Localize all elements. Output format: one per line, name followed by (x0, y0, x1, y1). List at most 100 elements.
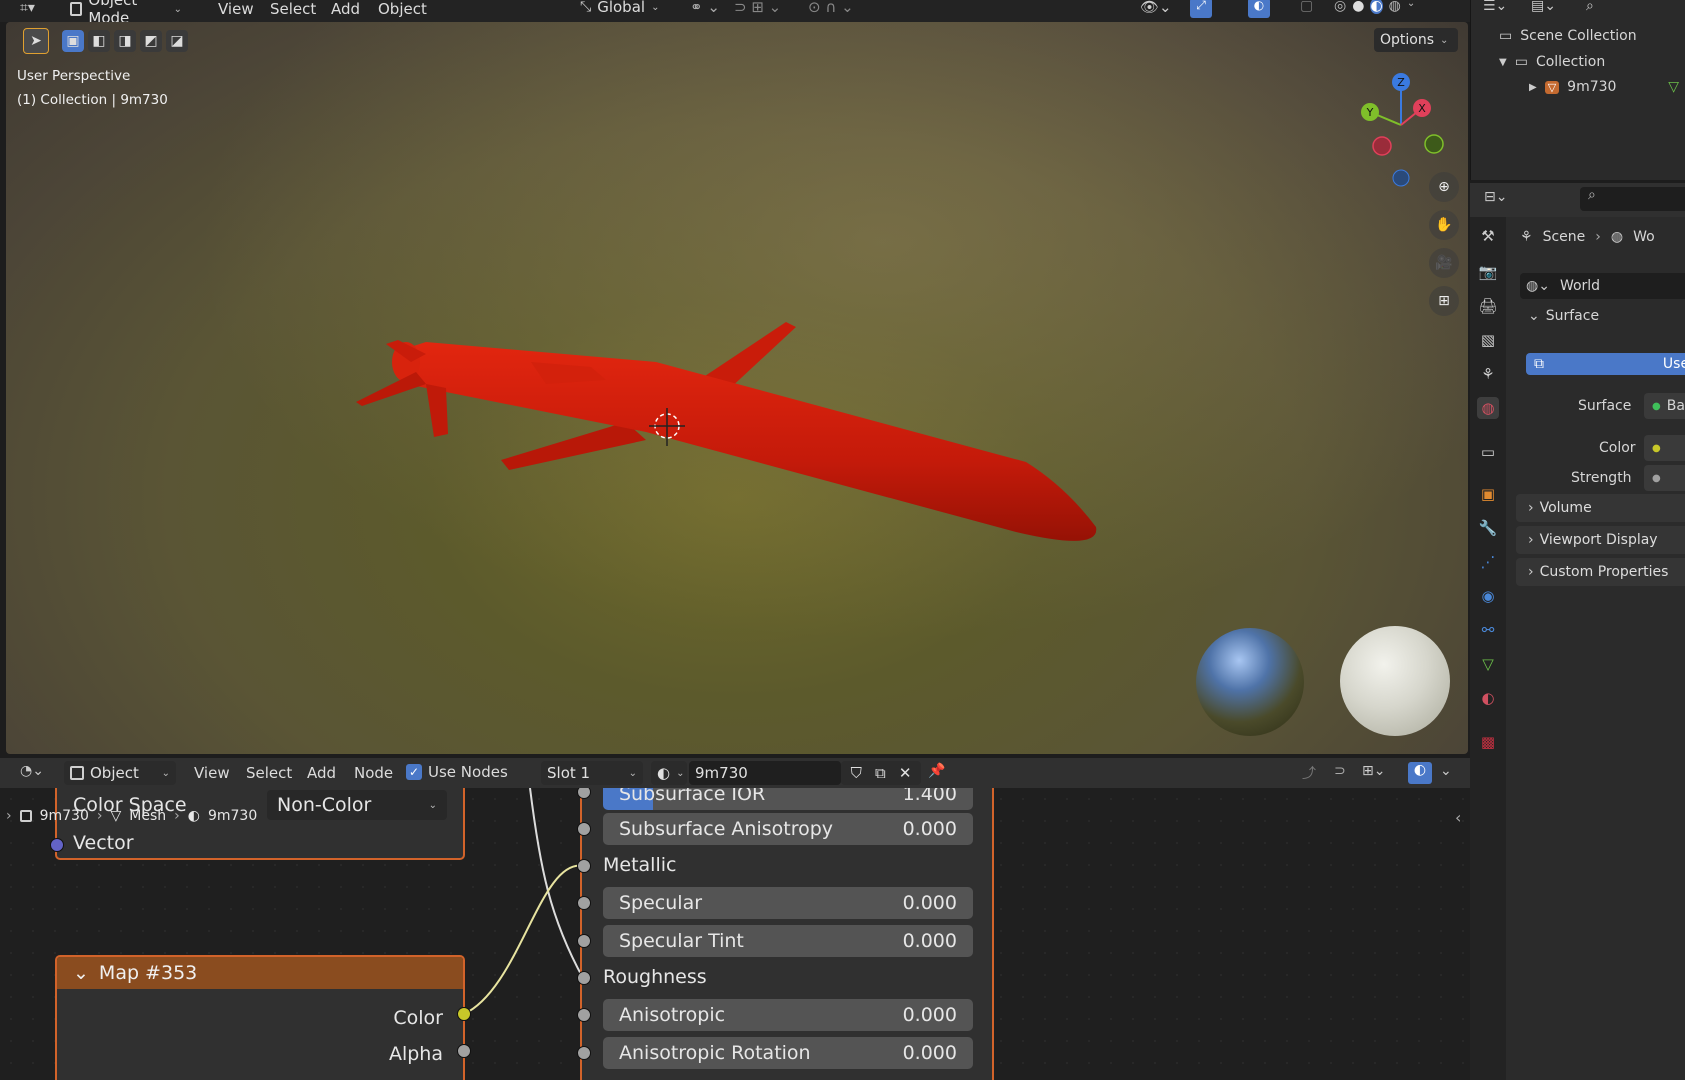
sidebar-toggle-icon[interactable]: ‹ (1455, 808, 1461, 827)
select-new-icon[interactable]: ▣ (62, 30, 84, 52)
menu-object[interactable]: Object (378, 0, 427, 18)
node-menu-select[interactable]: Select (246, 764, 292, 782)
snap-mode-icon[interactable]: ⊞⌄ (1362, 763, 1385, 779)
node-editor-canvas[interactable]: Color Space Non-Color ⌄ Vector › 9m730 ›… (0, 788, 1470, 1080)
select-tool-icon[interactable]: ➤ (23, 28, 49, 54)
orientation-dropdown[interactable]: ⤡ Global ⌄ (580, 0, 659, 16)
solid-shading-icon[interactable]: ● (1352, 0, 1364, 14)
chevron-down-icon[interactable]: ⌄ (73, 962, 89, 984)
mesh-data-icon[interactable]: ▽ (1668, 79, 1679, 95)
material-browse-button[interactable]: ◐ ⌄ (651, 761, 687, 785)
metallic-socket[interactable] (577, 859, 591, 873)
menu-view[interactable]: View (218, 0, 254, 18)
subsurface-anisotropy-field[interactable]: Subsurface Anisotropy 0.000 (603, 813, 973, 845)
particles-tab-icon[interactable]: ⋰ (1477, 551, 1499, 573)
specular-tint-field[interactable]: Specular Tint 0.000 (603, 925, 973, 957)
node-menu-add[interactable]: Add (307, 764, 336, 782)
use-nodes-checkbox[interactable]: ✓ Use Nodes (406, 763, 508, 781)
snap-icon[interactable]: ⊃ ⊞ ⌄ (734, 0, 781, 16)
view-layer-tab-icon[interactable]: ▧ (1477, 329, 1499, 351)
chevron-down-icon[interactable]: ⌄ (1407, 0, 1415, 14)
surface-panel-header[interactable]: ⌄ Surface (1516, 301, 1685, 331)
physics-tab-icon[interactable]: ◉ (1477, 585, 1499, 607)
xray-icon[interactable]: ▢ (1300, 0, 1313, 14)
color-space-dropdown[interactable]: Non-Color ⌄ (267, 790, 447, 820)
select-subtract-icon[interactable]: ◨ (114, 30, 136, 52)
anisotropic-socket[interactable] (577, 1008, 591, 1022)
image-texture-node[interactable]: Color Space Non-Color ⌄ Vector (55, 788, 465, 860)
map-node-header[interactable]: ⌄ Map #353 (57, 957, 463, 989)
display-mode-icon[interactable]: ▤⌄ (1531, 0, 1556, 14)
camera-icon[interactable]: 🎥 (1429, 248, 1459, 278)
color-field[interactable]: ● (1644, 435, 1685, 461)
rendered-shading-icon[interactable]: ◍ (1389, 0, 1401, 14)
custom-properties-panel[interactable]: › Custom Properties (1516, 558, 1685, 586)
texture-tab-icon[interactable]: ▩ (1477, 731, 1499, 753)
slot-dropdown[interactable]: Slot 1 ⌄ (541, 761, 643, 785)
gizmo-toggle-icon[interactable]: ⤢ (1190, 0, 1212, 18)
shader-type-dropdown[interactable]: Object ⌄ (64, 761, 176, 785)
scene-tab-icon[interactable]: ⚘ (1477, 363, 1499, 385)
expand-right-icon[interactable]: ▶ (1529, 82, 1537, 93)
object-row[interactable]: ▶ ▽ 9m730 ▽ (1529, 79, 1679, 95)
select-extend-icon[interactable]: ◧ (88, 30, 110, 52)
expand-down-icon[interactable]: ▼ (1499, 57, 1507, 68)
editor-type-icon[interactable]: ⌗▾ (20, 0, 35, 16)
pivot-icon[interactable]: ⚭ ⌄ (690, 0, 720, 16)
world-selector[interactable]: ◍⌄ World (1520, 273, 1685, 299)
world-browse-icon[interactable]: ◍⌄ (1526, 278, 1550, 294)
node-editor-type-icon[interactable]: ◔⌄ (20, 763, 44, 779)
outliner-editor-icon[interactable]: ☰⌄ (1483, 0, 1507, 14)
specular-field[interactable]: Specular 0.000 (603, 887, 973, 919)
pan-hand-icon[interactable]: ✋ (1429, 210, 1459, 240)
collection-row[interactable]: ▼ ▭ Collection (1499, 54, 1605, 70)
properties-editor-icon[interactable]: ⊟⌄ (1484, 189, 1507, 205)
parent-node-icon[interactable]: ⤴ (1302, 763, 1316, 783)
data-tab-icon[interactable]: ▽ (1477, 653, 1499, 675)
3d-viewport[interactable]: User Perspective (1) Collection | 9m730 … (6, 22, 1468, 754)
vector-input-socket[interactable] (50, 838, 64, 852)
wireframe-shading-icon[interactable]: ◎ (1334, 0, 1346, 14)
collection-tab-icon[interactable]: ▭ (1477, 441, 1499, 463)
specular-tint-socket[interactable] (577, 934, 591, 948)
scene-collection-row[interactable]: ▭ Scene Collection (1499, 28, 1637, 44)
menu-add[interactable]: Add (331, 0, 360, 18)
output-tab-icon[interactable]: 🖨 (1477, 295, 1499, 317)
properties-search-input[interactable]: ⌕ (1580, 187, 1685, 211)
use-nodes-button[interactable]: ⧉ Use N (1526, 353, 1685, 375)
mode-dropdown[interactable]: Object Mode ⌄ (64, 0, 188, 27)
subsurface-anisotropy-socket[interactable] (577, 822, 591, 836)
tool-tab-icon[interactable]: ⚒ (1477, 225, 1499, 247)
constraints-tab-icon[interactable]: ⚯ (1477, 619, 1499, 641)
options-dropdown[interactable]: Options ⌄ (1374, 28, 1458, 52)
duplicate-icon[interactable]: ⧉ (875, 764, 886, 782)
select-invert-icon[interactable]: ◩ (140, 30, 162, 52)
material-tab-icon[interactable]: ◐ (1477, 687, 1499, 709)
pin-icon[interactable]: 📌 (928, 763, 945, 779)
ortho-grid-icon[interactable]: ⊞ (1429, 286, 1459, 316)
strength-field[interactable]: ● (1644, 465, 1685, 491)
volume-panel[interactable]: › Volume (1516, 494, 1685, 522)
color-output-socket[interactable] (457, 1007, 471, 1021)
visibility-icon[interactable]: 👁⌄ (1140, 0, 1172, 16)
proportional-edit-icon[interactable]: ⊙ ∩ ⌄ (808, 0, 854, 16)
material-shading-icon[interactable]: ◐ (1370, 0, 1383, 14)
close-icon[interactable]: ✕ (899, 764, 912, 782)
overlay-toggle-icon[interactable]: ◐ (1248, 0, 1270, 18)
select-intersect-icon[interactable]: ◪ (166, 30, 188, 52)
world-tab-icon[interactable]: ◍ (1477, 397, 1499, 419)
anisotropic-rotation-socket[interactable] (577, 1046, 591, 1060)
subsurface-ior-field[interactable]: Subsurface IOR 1.400 (603, 788, 973, 810)
overlay-icon[interactable]: ◐ (1408, 762, 1432, 784)
surface-shader-field[interactable]: ● Ba (1644, 393, 1685, 419)
alpha-output-socket[interactable] (457, 1044, 471, 1058)
search-icon[interactable]: ⌕ (1586, 0, 1594, 14)
viewport-display-panel[interactable]: › Viewport Display (1516, 526, 1685, 554)
material-name-field[interactable]: 9m730 (689, 761, 841, 785)
snap-icon[interactable]: ⊃ (1334, 763, 1346, 779)
node-menu-view[interactable]: View (194, 764, 230, 782)
map-node[interactable]: ⌄ Map #353 Color Alpha (55, 955, 465, 1080)
anisotropic-rotation-field[interactable]: Anisotropic Rotation 0.000 (603, 1037, 973, 1069)
node-menu-node[interactable]: Node (354, 764, 393, 782)
anisotropic-field[interactable]: Anisotropic 0.000 (603, 999, 973, 1031)
